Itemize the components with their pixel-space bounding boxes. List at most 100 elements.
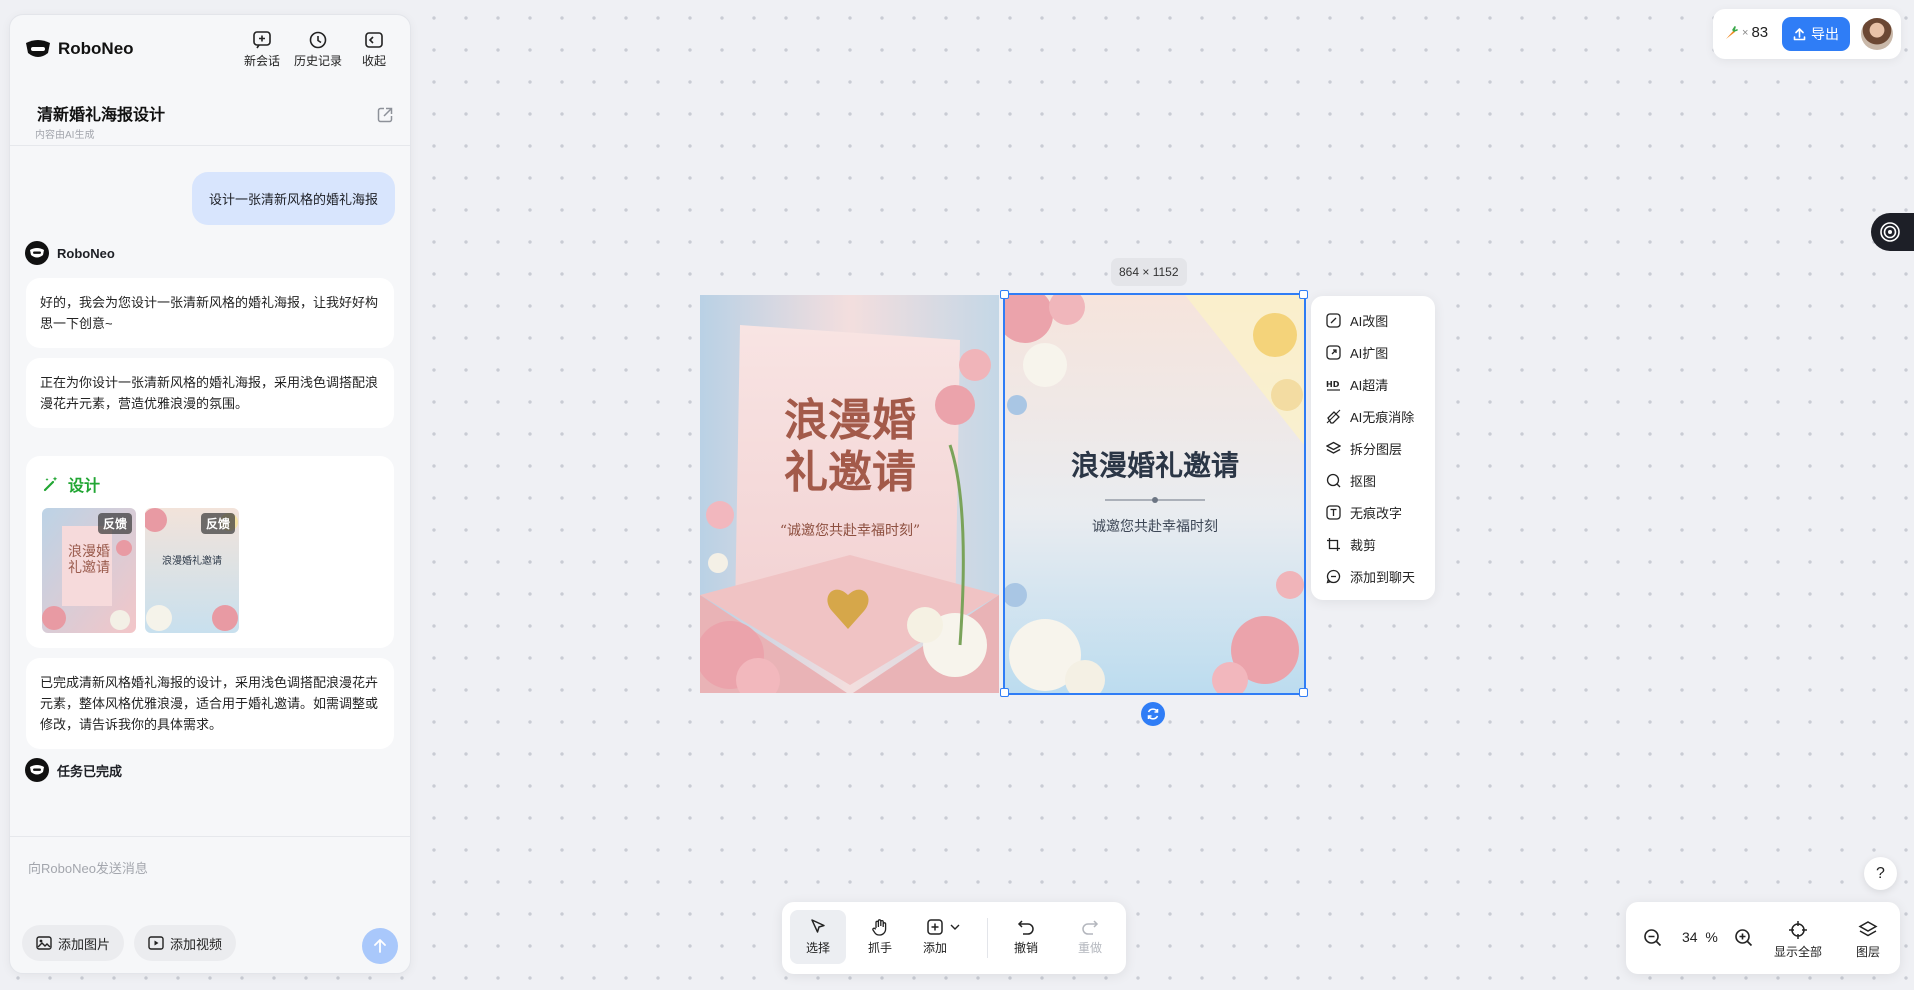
menu-ai-expand[interactable]: AI扩图 — [1311, 336, 1435, 368]
chat-title: 清新婚礼海报设计 — [37, 107, 166, 124]
collapse-icon — [364, 31, 384, 49]
feedback-badge[interactable]: 反馈 — [97, 513, 132, 534]
select-tool-label: 选择 — [805, 941, 830, 955]
zoom-level[interactable]: 34 % — [1682, 929, 1718, 945]
input-divider — [10, 836, 410, 837]
menu-ai-erase-label: AI无痕消除 — [1350, 409, 1415, 425]
collapse-button[interactable]: 收起 — [346, 31, 402, 69]
chat-panel: RoboNeo 新会话 历史记录 收起 清新婚礼海报设计 内容由AI生成 设计一… — [9, 14, 411, 974]
menu-ai-edit[interactable]: AI改图 — [1311, 304, 1435, 336]
clock-icon — [308, 31, 328, 49]
collapse-label: 收起 — [361, 54, 386, 68]
menu-add-to-chat-label: 添加到聊天 — [1350, 569, 1416, 585]
menu-split-layers[interactable]: 拆分图层 — [1311, 432, 1435, 464]
image-context-menu: AI改图 AI扩图 HD AI超清 AI无痕消除 拆分图层 抠图 无痕改字 裁剪… — [1311, 296, 1435, 600]
menu-cutout[interactable]: 抠图 — [1311, 464, 1435, 496]
new-chat-label: 新会话 — [243, 54, 280, 68]
design-thumbnail-2[interactable]: 浪漫婚礼邀请 反馈 — [145, 508, 239, 633]
poster-image-1[interactable]: 浪漫婚 礼邀请 “诚邀您共赴幸福时刻” — [700, 295, 999, 693]
design-header: 设计 — [42, 472, 100, 496]
menu-crop[interactable]: 裁剪 — [1311, 528, 1435, 560]
resize-handle-top-right[interactable] — [1299, 290, 1308, 299]
redo-icon — [1081, 918, 1099, 936]
magic-wand-icon — [42, 475, 60, 493]
poster1-title-line1: 浪漫婚 — [784, 395, 916, 446]
menu-add-to-chat[interactable]: 添加到聊天 — [1311, 560, 1435, 592]
resize-handle-top-left[interactable] — [1000, 290, 1009, 299]
hand-icon — [871, 918, 889, 936]
assistant-side-tab[interactable] — [1871, 213, 1914, 251]
add-tool-label: 添加 — [922, 941, 947, 955]
cutout-icon — [1326, 473, 1341, 488]
ai-generated-note: 内容由AI生成 — [35, 130, 95, 141]
menu-split-layers-label: 拆分图层 — [1350, 441, 1403, 457]
history-button[interactable]: 历史记录 — [290, 31, 346, 69]
ai-expand-icon — [1326, 344, 1341, 360]
undo-button[interactable]: 撤销 — [998, 910, 1054, 964]
upload-icon — [1793, 27, 1806, 41]
fit-all-button[interactable]: 显示全部 — [1774, 920, 1822, 960]
new-chat-icon — [252, 31, 272, 49]
add-image-label: 添加图片 — [58, 936, 111, 952]
eraser-icon — [1326, 409, 1341, 424]
selection-size-label: 864 × 1152 — [1111, 258, 1187, 286]
credits-multiplier: × — [1742, 26, 1749, 39]
svg-text:浪漫婚礼邀请: 浪漫婚礼邀请 — [162, 554, 222, 567]
poster2-title: 浪漫婚礼邀请 — [1071, 449, 1239, 482]
layers-icon — [1326, 441, 1341, 456]
arrow-up-icon — [373, 938, 387, 954]
poster1-title-line2: 礼邀请 — [784, 447, 916, 498]
canvas-toolbar: 选择 抓手 添加 撤销 重做 — [782, 902, 1126, 974]
menu-ai-erase[interactable]: AI无痕消除 — [1311, 400, 1435, 432]
menu-ai-edit-label: AI改图 — [1350, 313, 1389, 329]
select-tool[interactable]: 选择 — [790, 910, 846, 964]
poster1-tagline: “诚邀您共赴幸福时刻” — [780, 522, 920, 539]
feedback-badge[interactable]: 反馈 — [200, 513, 235, 534]
text-edit-icon — [1326, 504, 1341, 520]
agent-avatar — [25, 758, 49, 782]
task-complete-label: 任务已完成 — [57, 763, 123, 779]
zoom-unit: % — [1705, 929, 1718, 945]
redo-label: 重做 — [1077, 941, 1102, 955]
credits-counter[interactable]: × 83 — [1723, 24, 1768, 41]
design-result-card: 设计 浪漫婚 礼邀请 反馈 浪漫婚礼邀请 反馈 — [26, 456, 394, 648]
svg-text:礼邀请: 礼邀请 — [68, 560, 110, 576]
chevron-down-icon — [950, 924, 960, 930]
cursor-icon — [809, 918, 827, 936]
add-video-button[interactable]: 添加视频 — [134, 925, 237, 961]
share-button[interactable] — [376, 106, 394, 124]
zoom-in-button[interactable] — [1734, 928, 1754, 948]
message-input[interactable]: 向RoboNeo发送消息 — [28, 858, 388, 877]
add-image-button[interactable]: 添加图片 — [22, 925, 125, 961]
spiral-target-icon — [1879, 221, 1901, 243]
menu-ai-hd[interactable]: HD AI超清 — [1311, 368, 1435, 400]
add-icon — [926, 918, 960, 936]
credits-value: 83 — [1751, 24, 1769, 41]
resize-handle-bottom-right[interactable] — [1299, 688, 1308, 697]
poster2-tagline: 诚邀您共赴幸福时刻 — [1092, 518, 1218, 535]
resize-handle-bottom-left[interactable] — [1000, 688, 1009, 697]
user-message: 设计一张清新风格的婚礼海报 — [191, 172, 395, 225]
hand-tool[interactable]: 抓手 — [852, 910, 908, 964]
poster-image-2-selected[interactable]: 浪漫婚礼邀请 诚邀您共赴幸福时刻 — [1003, 293, 1306, 695]
agent-reply-1: 好的，我会为您设计一张清新风格的婚礼海报，让我好好构思一下创意~ — [26, 278, 394, 348]
agent-avatar — [25, 241, 49, 265]
help-button[interactable]: ? — [1864, 857, 1897, 890]
image-icon — [36, 936, 52, 950]
rotate-button[interactable] — [1141, 702, 1165, 726]
design-thumbnail-1[interactable]: 浪漫婚 礼邀请 反馈 — [42, 508, 136, 633]
menu-ai-expand-label: AI扩图 — [1350, 345, 1389, 361]
account-bar: × 83 导出 — [1713, 9, 1901, 59]
user-avatar[interactable] — [1861, 18, 1893, 50]
layers-button[interactable]: 图层 — [1856, 920, 1880, 960]
new-chat-button[interactable]: 新会话 — [234, 31, 290, 69]
redo-button[interactable]: 重做 — [1062, 910, 1118, 964]
hand-tool-label: 抓手 — [867, 941, 892, 955]
carrot-icon — [1723, 25, 1739, 41]
chat-add-icon — [1326, 569, 1341, 584]
add-tool[interactable]: 添加 — [908, 910, 978, 964]
send-button[interactable] — [362, 928, 398, 964]
menu-text-edit[interactable]: 无痕改字 — [1311, 496, 1435, 528]
export-button[interactable]: 导出 — [1782, 17, 1850, 51]
zoom-out-button[interactable] — [1643, 928, 1663, 948]
